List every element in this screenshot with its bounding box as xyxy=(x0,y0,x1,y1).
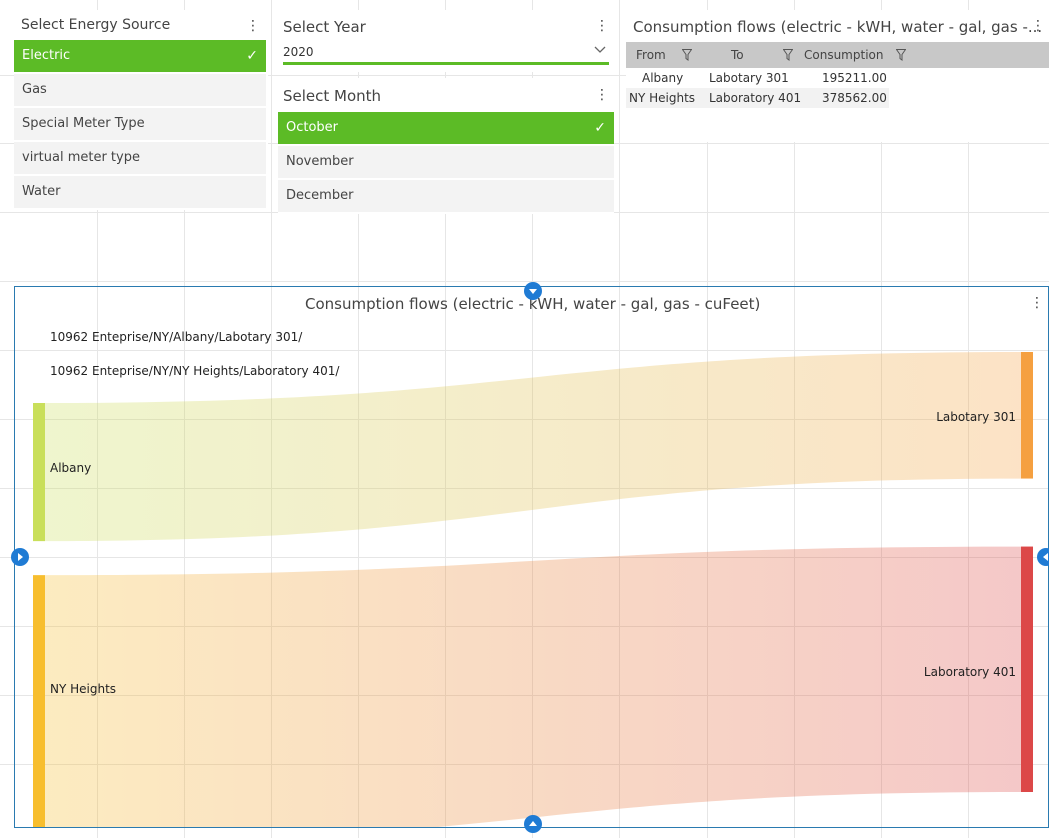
year-menu-icon[interactable]: ⋮ xyxy=(595,19,609,33)
node-label-target-1: Labotary 301 xyxy=(936,410,1016,424)
table-cell: Labotary 301 xyxy=(709,71,789,85)
arrow-down-icon xyxy=(529,289,537,294)
node-label-source-2: NY Heights xyxy=(50,682,117,696)
month-item-label: November xyxy=(286,154,354,169)
table-cell: NY Heights xyxy=(629,91,696,105)
table-cell: Laboratory 401 xyxy=(709,91,802,105)
sankey-menu-icon[interactable]: ⋮ xyxy=(1030,296,1044,310)
energy-source-title: Select Energy Source xyxy=(21,17,171,33)
sankey-link[interactable] xyxy=(45,352,1021,542)
filter-icon[interactable] xyxy=(682,49,692,61)
sankey-node-target[interactable] xyxy=(1021,546,1033,792)
month-menu-icon[interactable]: ⋮ xyxy=(595,88,609,102)
energy-source-item[interactable]: Gas xyxy=(14,74,266,106)
energy-source-item-label: Water xyxy=(22,184,61,199)
flows-table-menu-icon[interactable]: ⋮ xyxy=(1031,19,1045,33)
table-cell: Albany xyxy=(642,71,684,85)
filter-icon[interactable] xyxy=(896,49,906,61)
month-item-label: December xyxy=(286,188,354,203)
energy-source-item-label: Special Meter Type xyxy=(22,116,145,131)
chevron-down-icon[interactable] xyxy=(594,43,606,57)
filter-icon[interactable] xyxy=(783,49,793,61)
energy-source-menu-icon[interactable]: ⋮ xyxy=(246,19,260,33)
energy-source-item[interactable]: Water xyxy=(14,176,266,208)
month-item[interactable]: December xyxy=(278,180,614,212)
resize-handle-right[interactable] xyxy=(1037,548,1049,566)
energy-source-item[interactable]: Electric ✓ xyxy=(14,40,266,72)
energy-source-item[interactable]: Special Meter Type xyxy=(14,108,266,140)
table-row[interactable]: Albany Labotary 301 195211.00 xyxy=(626,68,887,88)
column-header-to[interactable]: To xyxy=(731,42,744,68)
sankey-path-label: 10962 Enteprise/NY/NY Heights/Laboratory… xyxy=(50,364,340,378)
sankey-panel: Consumption flows (electric - kWH, water… xyxy=(14,286,1049,828)
sankey-node-target[interactable] xyxy=(1021,352,1033,479)
node-label-target-2: Laboratory 401 xyxy=(923,665,1016,679)
table-cell: 378562.00 xyxy=(822,91,887,105)
resize-handle-top[interactable] xyxy=(524,282,542,300)
flows-table-title: Consumption flows (electric - kWH, water… xyxy=(633,18,1043,36)
sankey-node-source[interactable] xyxy=(33,575,45,827)
month-title: Select Month xyxy=(283,87,382,105)
resize-handle-bottom[interactable] xyxy=(524,815,542,833)
table-cell: 195211.00 xyxy=(822,71,887,85)
year-title: Select Year xyxy=(283,18,366,36)
year-slicer: Select Year ⋮ 2020 xyxy=(278,10,614,72)
month-item[interactable]: October ✓ xyxy=(278,112,614,144)
year-dropdown[interactable]: 2020 xyxy=(283,45,314,59)
energy-source-item-label: Gas xyxy=(22,82,47,97)
arrow-right-icon xyxy=(18,553,23,561)
sankey-path-label: 10962 Enteprise/NY/Albany/Labotary 301/ xyxy=(50,330,303,344)
resize-handle-left[interactable] xyxy=(11,548,29,566)
flows-table-panel: Consumption flows (electric - kWH, water… xyxy=(626,10,1049,142)
arrow-left-icon xyxy=(1043,553,1048,561)
sankey-node-source[interactable] xyxy=(33,403,45,542)
energy-source-item[interactable]: virtual meter type xyxy=(14,142,266,174)
table-header: From To Consumption xyxy=(626,42,1049,68)
energy-source-item-label: Electric xyxy=(22,48,71,63)
month-slicer: Select Month ⋮ October ✓ November December xyxy=(278,78,614,214)
month-item-label: October xyxy=(286,120,339,135)
year-dropdown-underline xyxy=(283,62,609,65)
sankey-link[interactable] xyxy=(45,546,1021,827)
energy-source-slicer: Select Energy Source ⋮ Electric ✓ Gas Speci… xyxy=(14,10,268,210)
month-item[interactable]: November xyxy=(278,146,614,178)
arrow-up-icon xyxy=(529,821,537,826)
column-header-from[interactable]: From xyxy=(636,42,666,68)
node-label-source-1: Albany xyxy=(50,461,92,475)
column-header-consumption[interactable]: Consumption xyxy=(804,42,883,68)
checkmark-icon: ✓ xyxy=(246,48,258,64)
table-row[interactable]: NY Heights Laboratory 401 378562.00 xyxy=(626,88,889,108)
checkmark-icon: ✓ xyxy=(594,120,606,136)
energy-source-item-label: virtual meter type xyxy=(22,150,140,165)
